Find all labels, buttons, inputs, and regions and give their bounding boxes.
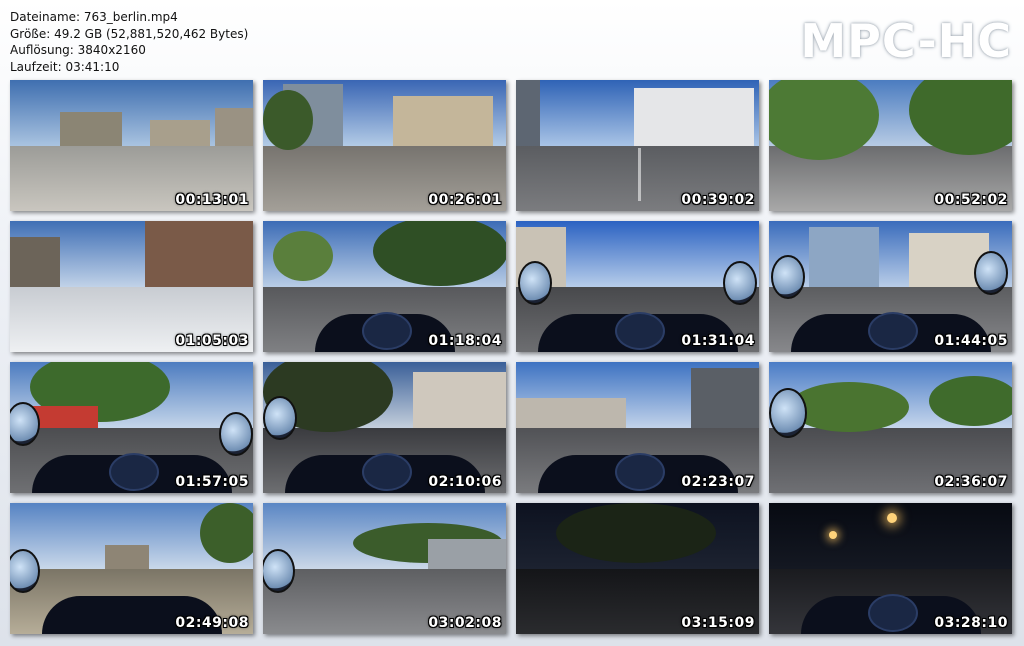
timestamp-label: 00:13:01 xyxy=(175,192,249,208)
timestamp-label: 00:26:01 xyxy=(428,192,502,208)
video-resolution: Auflösung: 3840x2160 xyxy=(10,43,146,57)
timestamp-label: 02:23:07 xyxy=(681,474,755,490)
timestamp-label: 03:15:09 xyxy=(681,615,755,631)
thumbnail[interactable]: 02:10:06 xyxy=(263,362,506,493)
thumbnail[interactable]: 01:31:04 xyxy=(516,221,759,352)
timestamp-label: 02:36:07 xyxy=(934,474,1008,490)
thumbnail[interactable]: 00:39:02 xyxy=(516,80,759,211)
timestamp-label: 00:52:02 xyxy=(934,192,1008,208)
thumbnail[interactable]: 02:23:07 xyxy=(516,362,759,493)
timestamp-label: 01:44:05 xyxy=(934,333,1008,349)
thumbnail[interactable]: 01:44:05 xyxy=(769,221,1012,352)
thumbnail[interactable]: 01:05:03 xyxy=(10,221,253,352)
thumbnail[interactable]: 00:52:02 xyxy=(769,80,1012,211)
timestamp-label: 01:31:04 xyxy=(681,333,755,349)
file-size: Größe: 49.2 GB (52,881,520,462 Bytes) xyxy=(10,26,249,41)
thumbnail[interactable]: 00:26:01 xyxy=(263,80,506,211)
timestamp-label: 01:18:04 xyxy=(428,333,502,349)
timestamp-label: 01:05:03 xyxy=(175,333,249,349)
file-info: Dateiname: 763_berlin.mp4 Größe: 49.2 GB… xyxy=(10,9,248,75)
timestamp-label: 03:02:08 xyxy=(428,615,502,631)
thumbnail[interactable]: 03:15:09 xyxy=(516,503,759,634)
thumbnail[interactable]: 01:18:04 xyxy=(263,221,506,352)
thumbnail[interactable]: 00:13:01 xyxy=(10,80,253,211)
thumbnail[interactable]: 02:36:07 xyxy=(769,362,1012,493)
thumbnail[interactable]: 03:02:08 xyxy=(263,503,506,634)
thumbnail[interactable]: 02:49:08 xyxy=(10,503,253,634)
video-duration: Laufzeit: 03:41:10 xyxy=(10,59,120,74)
timestamp-label: 02:49:08 xyxy=(175,615,249,631)
timestamp-label: 03:28:10 xyxy=(934,615,1008,631)
file-name: Dateiname: 763_berlin.mp4 xyxy=(10,10,178,24)
thumbnail[interactable]: 01:57:05 xyxy=(10,362,253,493)
timestamp-label: 01:57:05 xyxy=(175,474,249,490)
mpc-hc-logo: MPC-HC xyxy=(800,14,1012,68)
timestamp-label: 02:10:06 xyxy=(428,474,502,490)
thumbnail[interactable]: 03:28:10 xyxy=(769,503,1012,634)
timestamp-label: 00:39:02 xyxy=(681,192,755,208)
